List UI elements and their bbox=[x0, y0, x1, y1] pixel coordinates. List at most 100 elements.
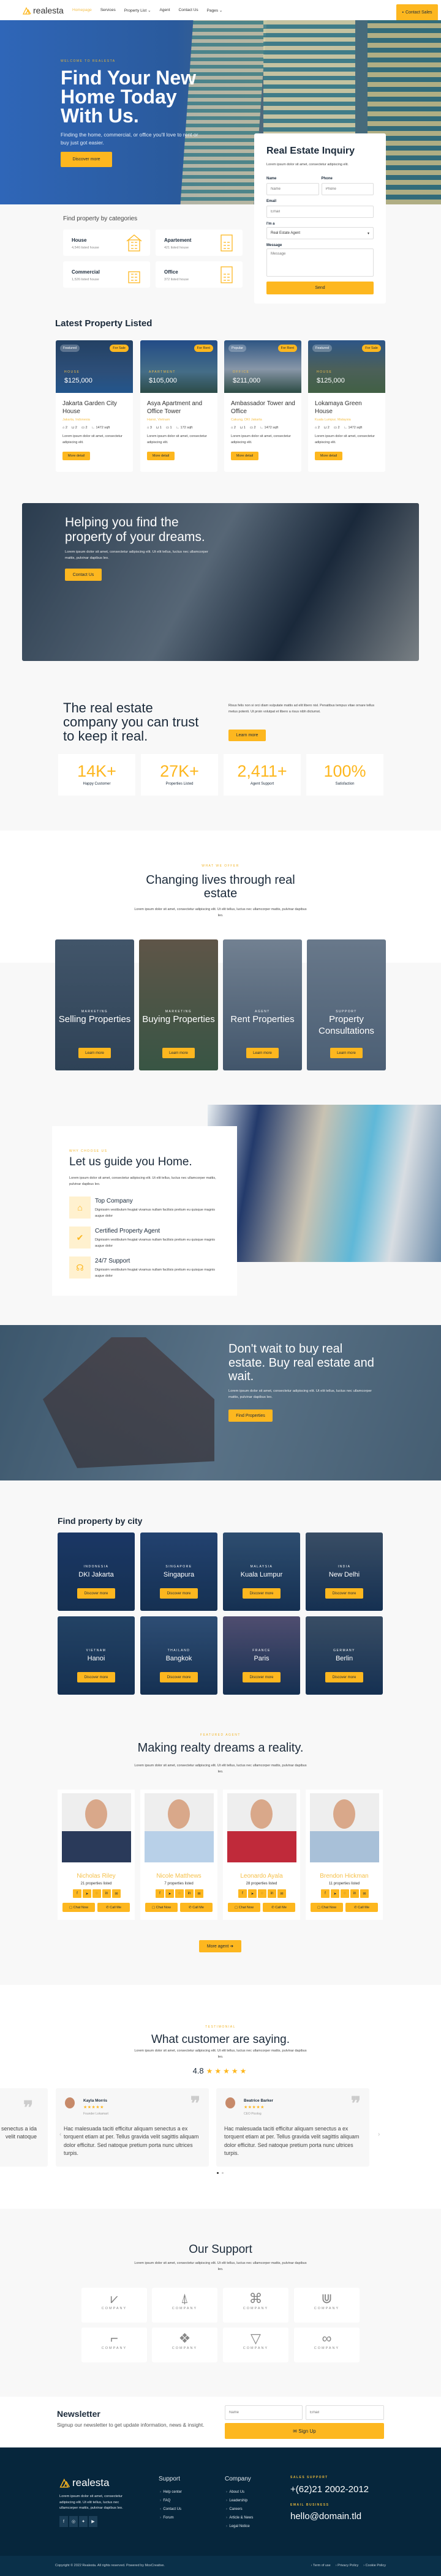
email-icon[interactable]: ✉ bbox=[360, 1889, 369, 1898]
chat-now-button[interactable]: ▢ Chat Now bbox=[145, 1903, 178, 1912]
more-detail-button[interactable]: More detail bbox=[315, 452, 342, 460]
contact-us-button[interactable]: Contact Us bbox=[65, 569, 102, 581]
call-me-button[interactable]: ✆ Call Me bbox=[263, 1903, 295, 1912]
city-card[interactable]: MALAYSIA Kuala Lumpur Discover more bbox=[223, 1533, 300, 1611]
category-card-house[interactable]: House 4,546 listed house bbox=[63, 230, 150, 256]
more-detail-button[interactable]: More detail bbox=[147, 452, 175, 460]
call-me-button[interactable]: ✆ Call Me bbox=[345, 1903, 378, 1912]
name-input[interactable] bbox=[266, 183, 319, 195]
email-icon[interactable]: ✉ bbox=[277, 1889, 286, 1898]
newsletter-name-input[interactable] bbox=[225, 2405, 303, 2420]
logo[interactable]: realesta bbox=[23, 6, 64, 15]
property-card[interactable]: Featured For Sale HOUSE $125,000 Lokamay… bbox=[308, 340, 385, 472]
learn-more-button[interactable]: Learn more bbox=[228, 730, 266, 741]
whatsapp-icon[interactable]: ◌ bbox=[258, 1889, 266, 1898]
nav-item-services[interactable]: Services bbox=[100, 8, 116, 12]
whatsapp-icon[interactable]: ◌ bbox=[175, 1889, 184, 1898]
telegram-icon[interactable]: ➤ bbox=[165, 1889, 174, 1898]
message-textarea[interactable] bbox=[266, 248, 374, 277]
footer-link[interactable]: › About Us bbox=[226, 2490, 253, 2494]
footer-logo[interactable]: realesta bbox=[59, 2477, 109, 2489]
city-card[interactable]: GERMANY Berlin Discover more bbox=[306, 1616, 383, 1695]
newsletter-email-input[interactable] bbox=[306, 2405, 384, 2420]
learn-more-button[interactable]: Learn more bbox=[162, 1048, 195, 1058]
nav-item-contact-us[interactable]: Contact Us bbox=[179, 8, 198, 12]
telegram-icon[interactable]: ➤ bbox=[83, 1889, 91, 1898]
city-card[interactable]: FRANCE Paris Discover more bbox=[223, 1616, 300, 1695]
linkedin-icon[interactable]: in bbox=[268, 1889, 276, 1898]
email-icon[interactable]: ✉ bbox=[195, 1889, 203, 1898]
footer-link[interactable]: › Legal Notice bbox=[226, 2525, 253, 2528]
agent-name[interactable]: Leonardo Ayala bbox=[223, 1873, 300, 1880]
linkedin-icon[interactable]: in bbox=[185, 1889, 194, 1898]
discover-more-button[interactable]: Discover more bbox=[325, 1672, 363, 1682]
service-card[interactable]: SUPPORT Property Consultations Learn mor… bbox=[307, 939, 386, 1070]
facebook-icon[interactable]: f bbox=[59, 2516, 68, 2527]
dot-1[interactable] bbox=[217, 2172, 219, 2174]
property-card[interactable]: Featured For Sale HOUSE $125,000 Jakarta… bbox=[56, 340, 133, 472]
nav-item-agent[interactable]: Agent bbox=[160, 8, 170, 12]
facebook-icon[interactable]: f bbox=[321, 1889, 330, 1898]
nav-item-property-list[interactable]: Property List ⌄ bbox=[124, 8, 151, 13]
phone-input[interactable] bbox=[321, 183, 374, 195]
whatsapp-icon[interactable]: ◌ bbox=[341, 1889, 349, 1898]
city-card[interactable]: VIETNAM Hanoi Discover more bbox=[58, 1616, 135, 1695]
discover-more-button[interactable]: Discover more bbox=[325, 1588, 363, 1599]
footer-link[interactable]: › Careers bbox=[226, 2507, 253, 2511]
city-card[interactable]: SINGAPORE Singapura Discover more bbox=[140, 1533, 217, 1611]
learn-more-button[interactable]: Learn more bbox=[246, 1048, 279, 1058]
agent-name[interactable]: Nicholas Riley bbox=[58, 1873, 135, 1880]
category-card-office[interactable]: Office 372 listed house bbox=[156, 261, 243, 288]
service-card[interactable]: MARKETING Buying Properties Learn more bbox=[139, 939, 218, 1070]
find-properties-button[interactable]: Find Properties bbox=[228, 1409, 273, 1422]
discover-more-button[interactable]: Discover more bbox=[77, 1588, 115, 1599]
learn-more-button[interactable]: Learn more bbox=[78, 1048, 111, 1058]
sign-up-button[interactable]: ✉ Sign Up bbox=[225, 2423, 384, 2439]
footer-link[interactable]: › Article & News bbox=[226, 2516, 253, 2520]
instagram-icon[interactable]: ◎ bbox=[69, 2516, 78, 2527]
email-input[interactable] bbox=[266, 206, 374, 218]
property-name[interactable]: Jakarta Garden City House bbox=[62, 400, 127, 416]
category-card-apartement[interactable]: Apartement 421 listed house bbox=[156, 230, 243, 256]
property-card[interactable]: Popular For Rent OFFICE $211,000 Ambassa… bbox=[224, 340, 301, 472]
discover-more-button[interactable]: Discover more bbox=[160, 1588, 198, 1599]
dot-2[interactable] bbox=[222, 2172, 224, 2174]
legal-link[interactable]: › Term of use bbox=[311, 2564, 331, 2567]
twitter-icon[interactable]: ✦ bbox=[79, 2516, 88, 2527]
facebook-icon[interactable]: f bbox=[238, 1889, 247, 1898]
city-card[interactable]: THAILAND Bangkok Discover more bbox=[140, 1616, 217, 1695]
nav-item-homepage[interactable]: Homepage bbox=[72, 8, 92, 12]
legal-link[interactable]: › Privacy Policy bbox=[336, 2564, 359, 2567]
contact-sales-button[interactable]: ▪ Contact Sales bbox=[396, 4, 438, 21]
chat-now-button[interactable]: ▢ Chat Now bbox=[311, 1903, 343, 1912]
discover-more-button[interactable]: Discover more bbox=[243, 1672, 281, 1682]
city-card[interactable]: INDIA New Delhi Discover more bbox=[306, 1533, 383, 1611]
footer-link[interactable]: › Leadership bbox=[226, 2499, 253, 2503]
discover-more-button[interactable]: Discover more bbox=[61, 152, 112, 167]
agent-name[interactable]: Brendon Hickman bbox=[306, 1873, 383, 1880]
footer-link[interactable]: › FAQ bbox=[160, 2499, 182, 2503]
category-card-commercial[interactable]: Commercial 1,526 listed house bbox=[63, 261, 150, 288]
telegram-icon[interactable]: ➤ bbox=[248, 1889, 257, 1898]
discover-more-button[interactable]: Discover more bbox=[243, 1588, 281, 1599]
discover-more-button[interactable]: Discover more bbox=[77, 1672, 115, 1682]
service-card[interactable]: MARKETING Selling Properties Learn more bbox=[55, 939, 134, 1070]
whatsapp-icon[interactable]: ◌ bbox=[92, 1889, 101, 1898]
facebook-icon[interactable]: f bbox=[73, 1889, 81, 1898]
property-name[interactable]: Lokamaya Green House bbox=[315, 400, 379, 416]
prev-arrow-icon[interactable]: ‹ bbox=[59, 2131, 61, 2138]
legal-link[interactable]: › Cookie Policy bbox=[363, 2564, 386, 2567]
email-icon[interactable]: ✉ bbox=[112, 1889, 121, 1898]
property-name[interactable]: Ambassador Tower and Office bbox=[231, 400, 295, 416]
more-detail-button[interactable]: More detail bbox=[231, 452, 258, 460]
chat-now-button[interactable]: ▢ Chat Now bbox=[228, 1903, 260, 1912]
footer-link[interactable]: › Help center bbox=[160, 2490, 182, 2494]
footer-link[interactable]: › Forum bbox=[160, 2516, 182, 2520]
role-select[interactable]: Real Estate Agent ▾ bbox=[266, 227, 374, 239]
service-card[interactable]: AGENT Rent Properties Learn more bbox=[223, 939, 302, 1070]
next-arrow-icon[interactable]: › bbox=[378, 2131, 380, 2138]
learn-more-button[interactable]: Learn more bbox=[330, 1048, 363, 1058]
agent-name[interactable]: Nicole Matthews bbox=[140, 1873, 217, 1880]
chat-now-button[interactable]: ▢ Chat Now bbox=[62, 1903, 95, 1912]
property-name[interactable]: Asya Apartment and Office Tower bbox=[147, 400, 211, 416]
